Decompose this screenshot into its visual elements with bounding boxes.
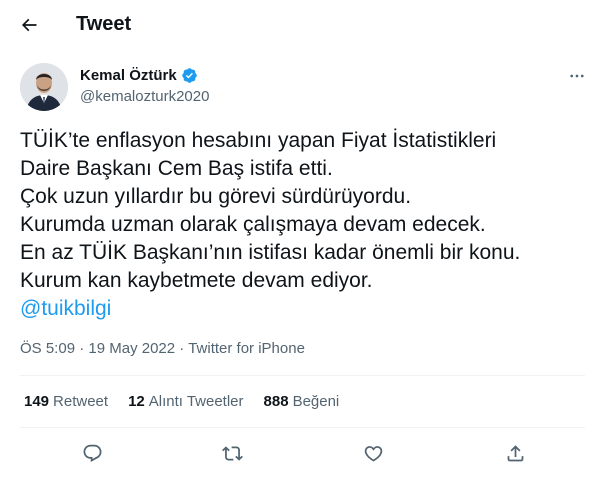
tweet-stats: 149 Retweet 12 Alıntı Tweetler 888 Beğen…: [24, 393, 359, 410]
divider: [20, 427, 585, 428]
author-handle[interactable]: @kemalozturk2020: [80, 88, 209, 105]
author-name[interactable]: Kemal Öztürk: [80, 67, 177, 84]
meta-separator: ·: [179, 340, 185, 357]
retweet-stat[interactable]: 149 Retweet: [24, 393, 108, 410]
share-icon: [507, 444, 523, 461]
like-label: Beğeni: [292, 393, 340, 410]
like-button[interactable]: [357, 437, 389, 469]
heart-icon: [364, 445, 382, 462]
like-stat[interactable]: 888 Beğeni: [264, 393, 340, 410]
retweet-count: 149: [24, 393, 50, 410]
back-button[interactable]: [14, 10, 44, 40]
page-title: Tweet: [76, 13, 132, 35]
avatar-image: [20, 63, 68, 111]
tweet-line: Kurum kan kaybetmete devam ediyor.: [20, 269, 373, 292]
tweet-line: Daire Başkanı Cem Baş istifa etti.: [20, 157, 333, 180]
meta-separator: ·: [79, 340, 85, 357]
tweet-date[interactable]: 19 May 2022: [88, 340, 175, 357]
mention-link[interactable]: @tuikbilgi: [20, 295, 585, 323]
tweet-line: Çok uzun yıllardır bu görevi sürdürüyord…: [20, 185, 412, 208]
quote-label: Alıntı Tweetler: [148, 393, 244, 410]
arrow-left-icon: [21, 18, 37, 32]
tweet-line: Kurumda uzman olarak çalışmaya devam ede…: [20, 213, 486, 236]
quote-stat[interactable]: 12 Alıntı Tweetler: [128, 393, 243, 410]
tweet-line: TÜİK’te enflasyon hesabını yapan Fiyat İ…: [20, 129, 497, 152]
author-name-row[interactable]: Kemal Öztürk: [80, 67, 198, 84]
tweet-line: En az TÜİK Başkanı’nın istifası kadar ön…: [20, 241, 521, 264]
retweet-icon: [221, 445, 243, 461]
more-horizontal-icon: [570, 74, 584, 78]
more-button[interactable]: [565, 64, 589, 88]
tweet-text: TÜİK’te enflasyon hesabını yapan Fiyat İ…: [20, 127, 585, 323]
verified-badge-icon: [181, 68, 197, 83]
divider: [20, 375, 585, 376]
retweet-label: Retweet: [53, 393, 109, 410]
tweet-source[interactable]: Twitter for iPhone: [188, 340, 305, 357]
share-button[interactable]: [499, 437, 531, 469]
tweet-meta: ÖS 5:09 · 19 May 2022 · Twitter for iPho…: [20, 340, 305, 357]
action-bar: [0, 437, 605, 469]
quote-count: 12: [128, 393, 145, 410]
like-count: 888: [263, 393, 289, 410]
reply-icon: [83, 444, 101, 462]
reply-button[interactable]: [76, 437, 108, 469]
top-bar: Tweet: [0, 0, 605, 50]
tweet-time[interactable]: ÖS 5:09: [20, 340, 75, 357]
avatar[interactable]: [20, 63, 68, 111]
retweet-button[interactable]: [216, 437, 248, 469]
